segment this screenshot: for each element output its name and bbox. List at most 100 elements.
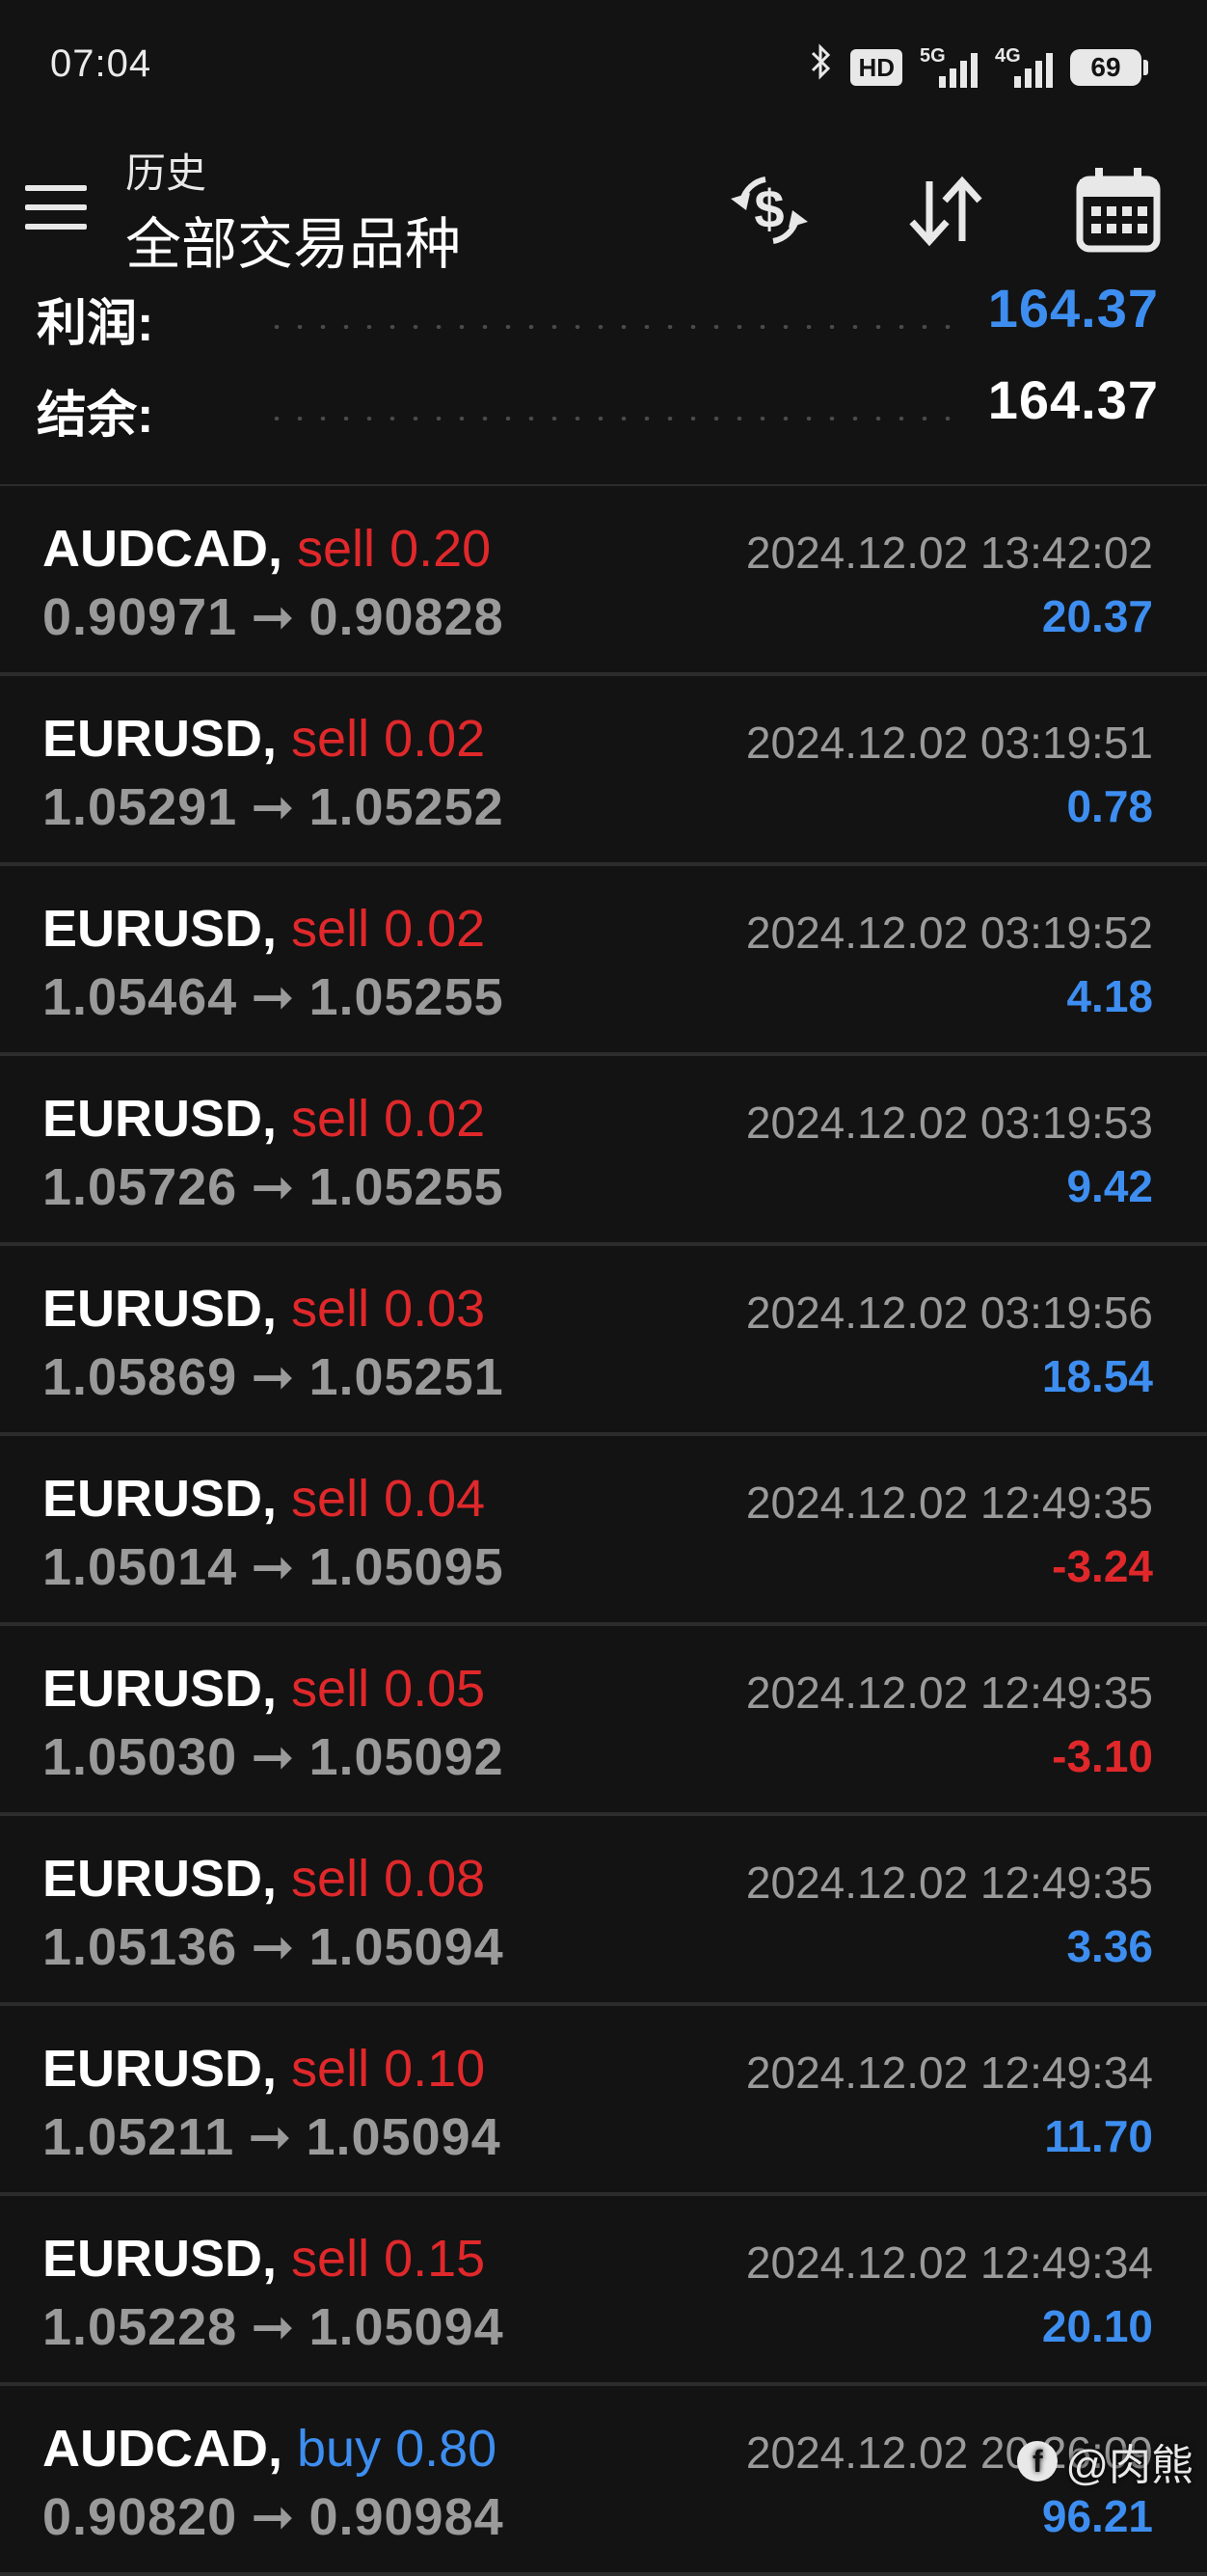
trade-row[interactable]: EURUSD, sell 0.15 1.05228 ➞ 1.05094 2024.12.…: [0, 2196, 1207, 2386]
battery-level: 69: [1090, 52, 1121, 82]
dotted-leader: [265, 417, 961, 420]
trade-side: sell: [291, 1850, 370, 1908]
trade-row[interactable]: AUDCAD, sell 0.20 0.90971 ➞ 0.90828 2024.12.…: [0, 486, 1207, 676]
page-title[interactable]: 全部交易品种: [125, 199, 461, 280]
signal-5g-icon: 5G: [920, 45, 978, 90]
close-price: 1.05094: [308, 1918, 504, 1976]
trade-side-volume: sell 0.20: [297, 520, 491, 578]
trade-time: 2024.12.02 03:19:56: [745, 1288, 1153, 1338]
trade-row[interactable]: EURUSD, sell 0.02 1.05291 ➞ 1.05252 2024.12.…: [0, 676, 1207, 866]
trade-symbol: EURUSD,: [42, 1090, 278, 1148]
sort-icon[interactable]: [897, 162, 993, 258]
watermark: f @肉熊: [1017, 2430, 1194, 2492]
trade-symbol: AUDCAD,: [42, 520, 282, 578]
trade-symbol: EURUSD,: [42, 2230, 278, 2288]
menu-icon[interactable]: [25, 177, 87, 239]
trade-side: sell: [291, 2230, 370, 2288]
trade-volume: 0.04: [384, 1470, 486, 1528]
trade-symbol-line: EURUSD, sell 0.04: [42, 1469, 485, 1529]
open-price: 1.05014: [42, 1538, 238, 1596]
balance-summary-row: 结余: 164.37: [0, 366, 1207, 453]
signal-4g-icon: 4G: [995, 45, 1053, 90]
arrow-right-icon: ➞: [251, 2488, 296, 2546]
calendar-icon[interactable]: [1070, 162, 1167, 258]
page-subtitle: 历史: [125, 150, 207, 196]
trade-profit: 0.78: [1066, 781, 1153, 831]
trade-side-volume: sell 0.08: [291, 1850, 485, 1908]
trade-price-line: 1.05291 ➞ 1.05252: [42, 776, 504, 837]
trade-symbol: EURUSD,: [42, 900, 278, 958]
trade-profit: -3.10: [1052, 1731, 1153, 1781]
arrow-right-icon: ➞: [251, 1538, 296, 1596]
arrow-right-icon: ➞: [248, 2108, 293, 2166]
trade-row[interactable]: EURUSD, sell 0.02 1.05464 ➞ 1.05255 2024.12.…: [0, 866, 1207, 1056]
trade-profit: 3.36: [1066, 1921, 1153, 1971]
trade-volume: 0.02: [384, 710, 486, 768]
trade-symbol: EURUSD,: [42, 710, 278, 768]
trade-profit: 20.10: [1041, 2301, 1153, 2351]
open-price: 0.90971: [42, 588, 238, 646]
trade-time: 2024.12.02 03:19:53: [745, 1098, 1153, 1148]
open-price: 1.05228: [42, 2298, 238, 2356]
trade-volume: 0.08: [384, 1850, 486, 1908]
trade-price-line: 1.05030 ➞ 1.05092: [42, 1726, 504, 1787]
trade-side: sell: [291, 1470, 370, 1528]
trade-price-line: 0.90971 ➞ 0.90828: [42, 586, 504, 647]
close-price: 1.05092: [308, 1728, 504, 1786]
trade-price-line: 1.05726 ➞ 1.05255: [42, 1156, 504, 1217]
battery-icon: 69: [1070, 49, 1148, 86]
close-price: 1.05094: [306, 2108, 501, 2166]
open-price: 1.05726: [42, 1158, 238, 1216]
trade-symbol-line: AUDCAD, buy 0.80: [42, 2419, 496, 2479]
dollar-refresh-icon[interactable]: $: [721, 162, 818, 258]
trade-time: 2024.12.02 12:49:35: [745, 1857, 1153, 1908]
trade-row[interactable]: EURUSD, sell 0.03 1.05869 ➞ 1.05251 2024.12.…: [0, 1246, 1207, 1436]
trade-time: 2024.12.02 12:49:34: [745, 2237, 1153, 2288]
trade-price-line: 0.90820 ➞ 0.90984: [42, 2486, 504, 2547]
close-price: 0.90828: [308, 588, 504, 646]
trade-time: 2024.12.02 12:49:35: [745, 1478, 1153, 1528]
trade-volume: 0.03: [384, 1280, 486, 1338]
trade-profit: 20.37: [1041, 591, 1153, 641]
open-price: 0.90820: [42, 2488, 238, 2546]
trade-row[interactable]: EURUSD, sell 0.08 1.05136 ➞ 1.05094 2024.12.…: [0, 1816, 1207, 2006]
close-price: 1.05255: [308, 1158, 504, 1216]
arrow-right-icon: ➞: [251, 778, 296, 836]
trade-row[interactable]: EURUSD, sell 0.10 1.05211 ➞ 1.05094 2024.12.…: [0, 2006, 1207, 2196]
status-icons: HD 5G 4G 69: [810, 42, 1148, 93]
trade-profit: 9.42: [1066, 1161, 1153, 1211]
trade-profit: 18.54: [1041, 1351, 1153, 1401]
arrow-right-icon: ➞: [251, 1918, 296, 1976]
trade-symbol-line: EURUSD, sell 0.02: [42, 709, 485, 769]
trade-side: sell: [291, 2040, 370, 2098]
trade-side: sell: [291, 710, 370, 768]
trade-side: sell: [291, 1280, 370, 1338]
trade-volume: 0.05: [384, 1660, 486, 1718]
trade-time: 2024.12.02 12:49:34: [745, 2047, 1153, 2098]
watermark-text: @肉熊: [1065, 2442, 1194, 2489]
trade-symbol-line: EURUSD, sell 0.03: [42, 1279, 485, 1339]
trade-volume: 0.02: [384, 1090, 486, 1148]
trade-price-line: 1.05464 ➞ 1.05255: [42, 966, 504, 1027]
trade-symbol: EURUSD,: [42, 1850, 278, 1908]
trade-side: buy: [297, 2420, 382, 2478]
trade-row[interactable]: EURUSD, sell 0.05 1.05030 ➞ 1.05092 2024.12.…: [0, 1626, 1207, 1816]
arrow-right-icon: ➞: [251, 1728, 296, 1786]
trade-volume: 0.80: [395, 2420, 497, 2478]
trade-row[interactable]: EURUSD, sell 0.04 1.05014 ➞ 1.05095 2024.12.…: [0, 1436, 1207, 1626]
profit-label: 利润:: [37, 296, 154, 352]
trade-price-line: 1.05228 ➞ 1.05094: [42, 2296, 504, 2357]
close-price: 1.05095: [308, 1538, 504, 1596]
trade-symbol: EURUSD,: [42, 1280, 278, 1338]
trade-side: sell: [297, 520, 376, 578]
trade-side-volume: sell 0.02: [291, 1090, 485, 1148]
trade-side-volume: sell 0.04: [291, 1470, 485, 1528]
profit-value: 164.37: [987, 278, 1159, 339]
close-price: 1.05252: [308, 778, 504, 836]
trade-side-volume: sell 0.03: [291, 1280, 485, 1338]
trade-time: 2024.12.02 12:49:35: [745, 1668, 1153, 1718]
arrow-right-icon: ➞: [251, 968, 296, 1026]
trade-history-list: AUDCAD, sell 0.20 0.90971 ➞ 0.90828 2024.12.…: [0, 486, 1207, 2576]
close-price: 1.05251: [308, 1348, 504, 1406]
trade-row[interactable]: EURUSD, sell 0.02 1.05726 ➞ 1.05255 2024.12.…: [0, 1056, 1207, 1246]
